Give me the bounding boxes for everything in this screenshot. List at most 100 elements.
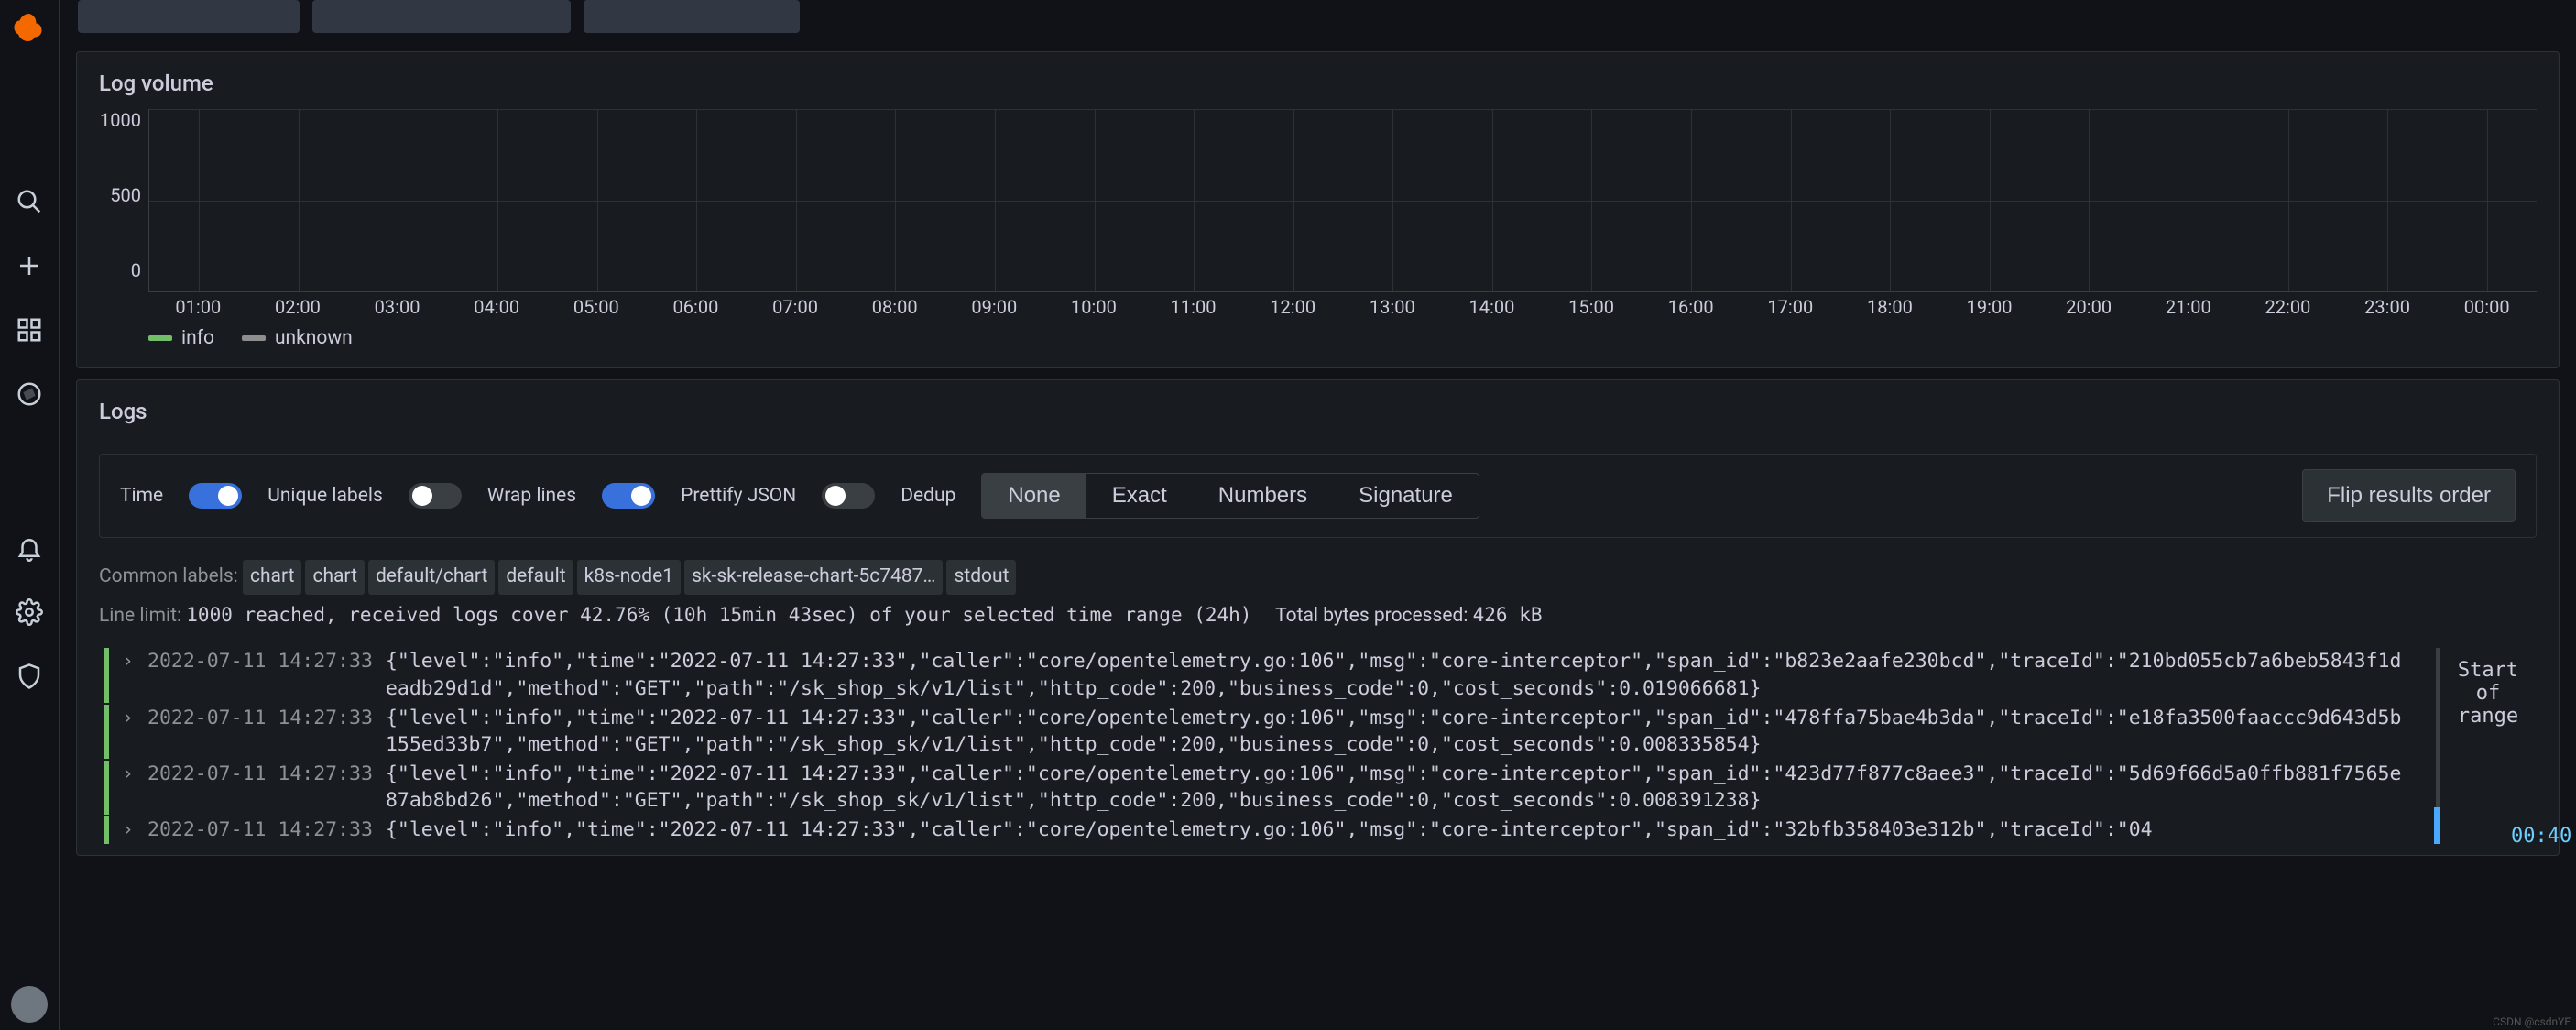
dedup-exact[interactable]: Exact: [1086, 474, 1193, 518]
panel-title: Log volume: [99, 71, 2537, 96]
toolbar-placeholder[interactable]: [78, 0, 300, 33]
log-volume-chart[interactable]: 1000 500 0: [99, 109, 2537, 292]
y-tick: 1000: [100, 109, 141, 131]
x-tick: 09:00: [944, 296, 1044, 318]
explore-icon[interactable]: [15, 379, 44, 409]
logs-toolbar: Time Unique labels Wrap lines Prettify J…: [99, 454, 2537, 538]
x-tick: 12:00: [1243, 296, 1343, 318]
range-marker-text: range: [2458, 705, 2518, 728]
x-tick: 23:00: [2338, 296, 2438, 318]
toolbar-placeholder[interactable]: [312, 0, 571, 33]
log-body: {"level":"info","time":"2022-07-11 14:27…: [386, 705, 2537, 759]
time-label: Time: [120, 485, 163, 507]
label-chip[interactable]: chart: [243, 560, 301, 595]
label-chip[interactable]: stdout: [946, 560, 1016, 595]
bytes-label: Total bytes processed:: [1275, 605, 1468, 627]
x-tick: 11:00: [1143, 296, 1243, 318]
range-tick: [2434, 807, 2440, 844]
chevron-right-icon[interactable]: ›: [122, 705, 135, 732]
dedup-signature[interactable]: Signature: [1333, 474, 1479, 518]
plus-icon[interactable]: [15, 251, 44, 280]
label-chip[interactable]: sk-sk-release-chart-5c7487…: [684, 560, 943, 595]
log-timestamp: 2022-07-11 14:27:33: [147, 761, 373, 788]
common-labels-label: Common labels:: [99, 565, 238, 587]
range-marker: Start of range 00:40:19: [2436, 648, 2537, 844]
x-tick: 05:00: [547, 296, 647, 318]
legend-item-unknown[interactable]: unknown: [242, 327, 353, 349]
dashboards-icon[interactable]: [15, 315, 44, 345]
shield-icon[interactable]: [15, 662, 44, 691]
range-marker-text: of: [2458, 682, 2518, 705]
x-tick: 02:00: [248, 296, 348, 318]
legend: info unknown: [148, 327, 2537, 349]
plot-area[interactable]: [148, 109, 2537, 292]
dedup-none[interactable]: None: [982, 474, 1086, 518]
x-tick: 04:00: [447, 296, 547, 318]
x-tick: 06:00: [646, 296, 746, 318]
dedup-label: Dedup: [901, 485, 955, 507]
flip-results-button[interactable]: Flip results order: [2302, 469, 2516, 522]
log-row[interactable]: › 2022-07-11 14:27:33 {"level":"info","tim…: [99, 705, 2537, 759]
chevron-right-icon[interactable]: ›: [122, 648, 135, 675]
log-timestamp: 2022-07-11 14:27:33: [147, 816, 373, 844]
y-axis: 1000 500 0: [99, 109, 148, 292]
x-tick: 19:00: [1939, 296, 2039, 318]
toolbar-placeholder[interactable]: [584, 0, 800, 33]
x-tick: 15:00: [1542, 296, 1642, 318]
legend-swatch: [242, 335, 266, 341]
wrap-lines-label: Wrap lines: [487, 485, 576, 507]
search-icon[interactable]: [15, 187, 44, 216]
log-row[interactable]: › 2022-07-11 14:27:33 {"level":"info","tim…: [99, 648, 2537, 702]
log-row[interactable]: › 2022-07-11 14:27:33 {"level":"info","tim…: [99, 761, 2537, 815]
chevron-right-icon[interactable]: ›: [122, 761, 135, 788]
legend-label: info: [181, 327, 214, 349]
log-timestamp: 2022-07-11 14:27:33: [147, 705, 373, 732]
unique-labels-switch[interactable]: [409, 483, 462, 509]
x-tick: 14:00: [1442, 296, 1542, 318]
watermark: CSDN @csdnYF: [2493, 1015, 2571, 1028]
x-tick: 18:00: [1840, 296, 1940, 318]
x-tick: 10:00: [1044, 296, 1144, 318]
dedup-segmented: None Exact Numbers Signature: [981, 473, 1479, 519]
x-tick: 00:00: [2437, 296, 2537, 318]
chevron-right-icon[interactable]: ›: [122, 816, 135, 844]
unique-labels-label: Unique labels: [267, 485, 383, 507]
log-body: {"level":"info","time":"2022-07-11 14:27…: [386, 761, 2537, 815]
x-tick: 20:00: [2039, 296, 2139, 318]
logs-panel: Logs Time Unique labels Wrap lines Prett…: [76, 379, 2560, 856]
label-chip[interactable]: default: [498, 560, 573, 595]
bytes-value: 426 kB: [1473, 604, 1543, 626]
legend-swatch: [148, 335, 172, 341]
log-body: {"level":"info","time":"2022-07-11 14:27…: [386, 816, 2537, 844]
log-level-bar: [104, 816, 109, 844]
line-limit-label: Line limit:: [99, 605, 181, 627]
x-tick: 22:00: [2238, 296, 2338, 318]
legend-label: unknown: [275, 327, 353, 349]
y-tick: 500: [110, 184, 141, 206]
gear-icon[interactable]: [15, 597, 44, 627]
avatar[interactable]: [11, 986, 48, 1023]
main: Log volume 1000 500 0 01:0002:0003:0004:…: [60, 0, 2576, 1030]
label-chip[interactable]: chart: [305, 560, 364, 595]
log-level-bar: [104, 648, 109, 702]
alert-bell-icon[interactable]: [15, 533, 44, 563]
dedup-numbers[interactable]: Numbers: [1193, 474, 1333, 518]
panel-title: Logs: [99, 399, 2537, 424]
x-axis: 01:0002:0003:0004:0005:0006:0007:0008:00…: [148, 296, 2537, 318]
log-row[interactable]: › 2022-07-11 14:27:33 {"level":"info","tim…: [99, 816, 2537, 844]
time-switch[interactable]: [189, 483, 242, 509]
common-labels: Common labels: chartchartdefault/chartde…: [99, 560, 2537, 595]
label-chip[interactable]: default/chart: [368, 560, 495, 595]
wrap-lines-switch[interactable]: [602, 483, 655, 509]
x-tick: 03:00: [347, 296, 447, 318]
legend-item-info[interactable]: info: [148, 327, 214, 349]
grafana-logo[interactable]: [13, 11, 46, 44]
log-body: {"level":"info","time":"2022-07-11 14:27…: [386, 648, 2537, 702]
line-limit: Line limit: 1000 reached, received logs …: [99, 600, 2537, 632]
log-timestamp: 2022-07-11 14:27:33: [147, 648, 373, 675]
x-tick: 16:00: [1641, 296, 1741, 318]
x-tick: 21:00: [2139, 296, 2239, 318]
label-chip[interactable]: k8s-node1: [577, 560, 681, 595]
x-tick: 13:00: [1343, 296, 1443, 318]
prettify-json-switch[interactable]: [822, 483, 875, 509]
